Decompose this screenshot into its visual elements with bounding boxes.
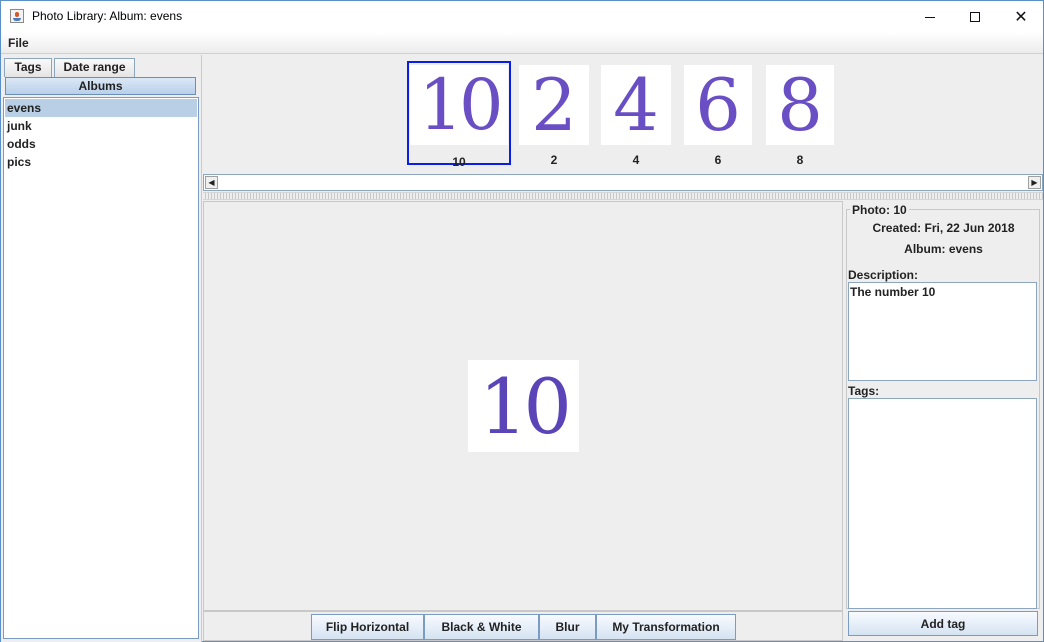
thumbnail-label: 6 bbox=[714, 153, 722, 167]
thumbnail-image: 10 bbox=[410, 65, 508, 145]
app-window: Photo Library: Album: evens ✕ File Tags … bbox=[0, 0, 1044, 642]
java-app-icon bbox=[10, 9, 24, 23]
main-photo: 10 bbox=[468, 360, 579, 452]
list-item-album-pics[interactable]: pics bbox=[5, 153, 197, 171]
flip-horizontal-button[interactable]: Flip Horizontal bbox=[311, 614, 424, 640]
thumbnail-label: 10 bbox=[452, 155, 466, 169]
black-white-button[interactable]: Black & White bbox=[424, 614, 539, 640]
list-item-album-odds[interactable]: odds bbox=[5, 135, 197, 153]
tab-albums[interactable]: Albums bbox=[5, 77, 196, 95]
thumbnail-scrollbar[interactable]: ◀ ▶ bbox=[203, 174, 1043, 191]
maximize-icon bbox=[970, 11, 980, 22]
photo-viewer: 10 bbox=[203, 201, 843, 611]
blur-button[interactable]: Blur bbox=[539, 614, 596, 640]
thumbnail-image: 6 bbox=[684, 65, 752, 145]
minimize-button[interactable] bbox=[907, 1, 953, 32]
thumbnail-label: 8 bbox=[796, 153, 804, 167]
description-textarea[interactable]: The number 10 bbox=[848, 282, 1037, 381]
split-pane-divider[interactable] bbox=[203, 192, 1043, 200]
maximize-button[interactable] bbox=[952, 1, 998, 32]
thumbnail-image: 4 bbox=[601, 65, 671, 145]
thumbnail-image: 8 bbox=[766, 65, 834, 145]
list-item-album-junk[interactable]: junk bbox=[5, 117, 197, 135]
tags-label: Tags: bbox=[848, 384, 880, 398]
photo-info-panel: Photo: 10 Created: Fri, 22 Jun 2018 Albu… bbox=[844, 201, 1043, 641]
close-button[interactable]: ✕ bbox=[998, 1, 1044, 32]
transform-toolbar: Flip Horizontal Black & White Blur My Tr… bbox=[203, 611, 843, 641]
menu-bar: File bbox=[1, 32, 1043, 54]
scroll-left-icon[interactable]: ◀ bbox=[205, 176, 218, 189]
thumbnail-label: 2 bbox=[550, 153, 558, 167]
thumbnail-image: 2 bbox=[519, 65, 589, 145]
my-transformation-button[interactable]: My Transformation bbox=[596, 614, 736, 640]
add-tag-button[interactable]: Add tag bbox=[848, 611, 1038, 636]
thumbnail-10[interactable]: 10 10 bbox=[407, 61, 511, 169]
thumbnail-strip: 10 10 2 2 4 4 6 6 8 8 bbox=[203, 55, 1043, 193]
tab-date-range[interactable]: Date range bbox=[54, 58, 135, 77]
thumbnail-label: 4 bbox=[632, 153, 640, 167]
title-bar: Photo Library: Album: evens ✕ bbox=[1, 1, 1043, 32]
tab-tags[interactable]: Tags bbox=[4, 58, 52, 77]
photo-info-title: Photo: 10 bbox=[850, 203, 909, 217]
photo-created-date: Created: Fri, 22 Jun 2018 bbox=[872, 221, 1015, 235]
thumbnail-8[interactable]: 8 8 bbox=[765, 61, 869, 167]
description-label: Description: bbox=[848, 268, 919, 282]
scroll-right-icon[interactable]: ▶ bbox=[1028, 176, 1041, 189]
window-title: Photo Library: Album: evens bbox=[32, 9, 183, 23]
list-item-album-evens[interactable]: evens bbox=[5, 99, 197, 117]
tags-list[interactable] bbox=[848, 398, 1037, 609]
minimize-icon bbox=[925, 17, 935, 18]
menu-file[interactable]: File bbox=[8, 36, 29, 50]
left-panel: Tags Date range Albums evens junk odds p… bbox=[1, 55, 202, 642]
close-icon: ✕ bbox=[1014, 7, 1028, 26]
photo-album-name: Album: evens bbox=[904, 242, 983, 256]
album-list[interactable]: evens junk odds pics bbox=[3, 97, 199, 639]
